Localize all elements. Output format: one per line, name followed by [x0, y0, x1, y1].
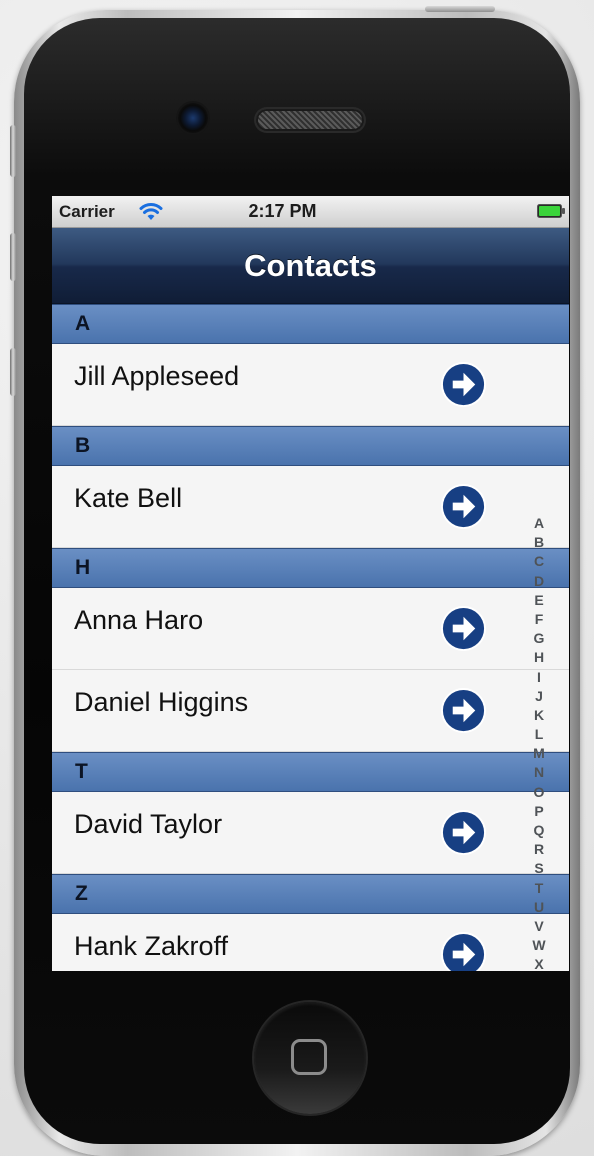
contact-name: David Taylor: [74, 809, 223, 839]
device-screen: Carrier 2:17 PM Contacts A Jill Applesee: [52, 196, 569, 971]
status-bar: Carrier 2:17 PM: [52, 196, 569, 228]
index-letter-r[interactable]: R: [534, 840, 544, 859]
index-letter-e[interactable]: E: [534, 591, 543, 610]
index-letter-j[interactable]: J: [535, 687, 543, 706]
index-letter-p[interactable]: P: [534, 802, 543, 821]
index-letter-v[interactable]: V: [534, 917, 543, 936]
home-square-icon: [291, 1039, 327, 1075]
volume-up-button[interactable]: [10, 233, 16, 281]
section-letter: Z: [75, 882, 88, 905]
section-header-b: B: [52, 426, 569, 466]
contact-name: Jill Appleseed: [74, 361, 240, 391]
index-letter-m[interactable]: M: [533, 744, 545, 763]
section-letter: A: [75, 312, 91, 335]
status-time: 2:17 PM: [248, 201, 317, 221]
section-header-t: T: [52, 752, 569, 792]
index-letter-g[interactable]: G: [534, 629, 545, 648]
section-letter: B: [75, 434, 91, 457]
contact-name: Daniel Higgins: [74, 687, 249, 717]
index-letter-t[interactable]: T: [535, 879, 544, 898]
detail-disclosure-arrow-icon[interactable]: [440, 687, 487, 734]
index-letter-s[interactable]: S: [534, 859, 543, 878]
contact-row-kate-bell[interactable]: Kate Bell: [52, 466, 569, 548]
index-letter-q[interactable]: Q: [534, 821, 545, 840]
contacts-list[interactable]: A Jill Appleseed B Kate Bell H Anna Haro…: [52, 304, 569, 971]
detail-disclosure-arrow-icon[interactable]: [440, 931, 487, 971]
detail-disclosure-arrow-icon[interactable]: [440, 361, 487, 408]
contact-name: Hank Zakroff: [74, 931, 229, 961]
index-letter-i[interactable]: I: [537, 668, 541, 687]
index-letter-a[interactable]: A: [534, 514, 544, 533]
volume-down-button[interactable]: [10, 348, 16, 396]
section-index-bar[interactable]: ABCDEFGHIJKLMNOPQRSTUVWXYZ: [527, 514, 551, 971]
index-letter-f[interactable]: F: [535, 610, 544, 629]
index-letter-o[interactable]: O: [534, 783, 545, 802]
home-button[interactable]: [254, 1002, 366, 1114]
battery-icon: [537, 204, 565, 218]
detail-disclosure-arrow-icon[interactable]: [440, 605, 487, 652]
index-letter-d[interactable]: D: [534, 572, 544, 591]
front-camera-icon: [178, 103, 208, 133]
index-letter-k[interactable]: K: [534, 706, 544, 725]
mute-switch[interactable]: [10, 125, 16, 177]
index-letter-w[interactable]: W: [532, 936, 545, 955]
index-letter-x[interactable]: X: [534, 955, 543, 971]
section-letter: T: [75, 760, 88, 783]
index-letter-n[interactable]: N: [534, 763, 544, 782]
contact-name: Anna Haro: [74, 605, 204, 635]
section-header-h: H: [52, 548, 569, 588]
contact-row-anna-haro[interactable]: Anna Haro: [52, 588, 569, 670]
simulator-stage: Carrier 2:17 PM Contacts A Jill Applesee: [0, 0, 594, 1156]
contact-row-jill-appleseed[interactable]: Jill Appleseed: [52, 344, 569, 426]
sleep-button[interactable]: [425, 6, 495, 12]
contact-name: Kate Bell: [74, 483, 183, 513]
index-letter-b[interactable]: B: [534, 533, 544, 552]
nav-title: Contacts: [244, 247, 377, 283]
section-letter: H: [75, 556, 91, 579]
contact-row-david-taylor[interactable]: David Taylor: [52, 792, 569, 874]
contact-row-daniel-higgins[interactable]: Daniel Higgins: [52, 670, 569, 752]
earpiece-speaker: [256, 109, 364, 131]
section-header-z: Z: [52, 874, 569, 914]
contact-row-hank-zakroff[interactable]: Hank Zakroff: [52, 914, 569, 971]
index-letter-l[interactable]: L: [535, 725, 544, 744]
section-header-a: A: [52, 304, 569, 344]
index-letter-h[interactable]: H: [534, 648, 544, 667]
index-letter-u[interactable]: U: [534, 898, 544, 917]
navigation-bar: Contacts: [52, 228, 569, 304]
detail-disclosure-arrow-icon[interactable]: [440, 809, 487, 856]
detail-disclosure-arrow-icon[interactable]: [440, 483, 487, 530]
index-letter-c[interactable]: C: [534, 552, 544, 571]
